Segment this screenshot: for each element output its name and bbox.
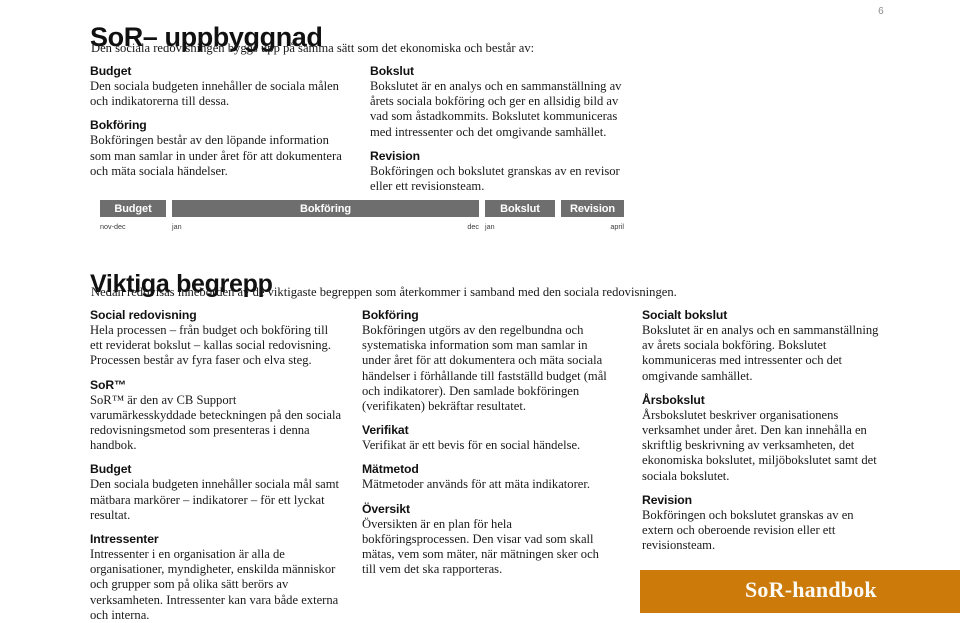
definition-term: Revision — [370, 148, 420, 163]
timeline-tick-label: dec — [467, 222, 479, 231]
definition-block: Bokföring Bokföringen utgörs av den regel… — [362, 308, 614, 414]
definition-term: Verifikat — [362, 423, 409, 438]
concepts-column-3: Socialt bokslut Bokslutet är en analys oc… — [642, 308, 884, 553]
timeline-phase-label: Bokslut — [500, 202, 540, 215]
timeline-tick-label: jan — [172, 222, 182, 231]
definition-term: Översikt — [362, 501, 410, 516]
definition-term: Bokföring — [90, 118, 147, 133]
definition-term: Bokslut — [370, 64, 414, 78]
timeline-phase-label: Revision — [569, 202, 616, 215]
timeline-phase-bar: Budget — [100, 200, 166, 217]
definition-block: Budget Den sociala budgeten innehåller d… — [90, 64, 352, 109]
definition-text: Bokslutet är en analys och en sammanstäl… — [370, 79, 622, 139]
definition-block: Budget Den sociala budgeten innehåller so… — [90, 462, 342, 523]
definition-text: Intressenter i en organisation är alla d… — [90, 547, 339, 622]
definition-term: SoR™ — [90, 377, 127, 392]
timeline-tick-label: april — [610, 222, 624, 231]
definition-text: Den sociala budgeten innehåller sociala … — [90, 477, 339, 522]
definition-text: SoR™ är den av CB Support varumärkesskyd… — [90, 392, 342, 453]
definition-block: Bokslut Bokslutet är en analys och en sa… — [370, 64, 635, 140]
definition-term: Revision — [642, 492, 692, 507]
definition-term: Social redovisning — [90, 308, 197, 322]
definition-block: Revision Bokföringen och bokslutet gransk… — [642, 493, 884, 554]
definition-text: Årsbokslutet beskriver organisationens v… — [642, 407, 877, 483]
page-number: 6 — [878, 6, 884, 17]
definition-term: Bokföring — [362, 308, 419, 322]
definition-text: Bokföringen består av den löpande inform… — [90, 133, 342, 178]
section-subtitle: Nedan redovisas innebörden av de viktiga… — [91, 285, 677, 299]
timeline-phase-bar: Bokföring — [172, 200, 479, 217]
definition-block: Bokföring Bokföringen består av den löpa… — [90, 118, 352, 179]
footer-brand-label: SoR-handbok — [745, 577, 877, 602]
intro-column-left: Budget Den sociala budgeten innehåller d… — [90, 64, 352, 179]
definition-text: Hela processen – från budget och bokföri… — [90, 323, 331, 368]
definition-term: Budget — [90, 462, 132, 477]
definition-block: Socialt bokslut Bokslutet är en analys oc… — [642, 308, 884, 384]
definition-text: Bokslutet är en analys och en sammanstäl… — [642, 323, 879, 383]
definition-block: Årsbokslut Årsbokslutet beskriver organis… — [642, 393, 884, 484]
timeline-phase-label: Bokföring — [299, 202, 352, 215]
definition-block: Översikt Översikten är en plan för hela b… — [362, 502, 614, 578]
definition-block: Intressenter Intressenter i en organisati… — [90, 532, 342, 623]
timeline-phase-label: Budget — [114, 202, 152, 215]
definition-term: Socialt bokslut — [642, 308, 728, 322]
definition-text: Den sociala budgeten innehåller de socia… — [90, 79, 339, 109]
timeline-phase-bar: Bokslut — [485, 200, 555, 217]
definition-text: Bokföringen utgörs av den regelbundna oc… — [362, 323, 607, 414]
document-page: 6 SoR– uppbyggnad Den sociala redovisnin… — [0, 0, 960, 622]
definition-text: Mätmetoder används för att mäta indikato… — [362, 477, 591, 492]
timeline-tick-label: nov-dec — [100, 222, 126, 231]
definition-term: Årsbokslut — [642, 392, 705, 407]
intro-paragraph: Den sociala redovisningen byggs upp på s… — [91, 41, 535, 55]
definition-block: SoR™ SoR™ är den av CB Support varumärkes… — [90, 378, 342, 454]
definition-block: Social redovisning Hela processen – från … — [90, 308, 342, 369]
concepts-column-2: Bokföring Bokföringen utgörs av den regel… — [362, 308, 614, 577]
definition-term: Mätmetod — [362, 462, 419, 477]
intro-column-right: Bokslut Bokslutet är en analys och en sa… — [370, 64, 635, 194]
concepts-column-1: Social redovisning Hela processen – från … — [90, 308, 342, 623]
concepts-columns: Social redovisning Hela processen – från … — [90, 308, 880, 622]
definition-text: Bokföringen och bokslutet granskas av en… — [642, 507, 854, 553]
definition-block: Mätmetod Mätmetoder används för att mäta … — [362, 462, 614, 492]
timeline-phase-bar: Revision — [561, 200, 624, 217]
definition-term: Budget — [90, 64, 132, 78]
definition-block: Verifikat Verifikat är ett bevis för en s… — [362, 423, 614, 453]
definition-text: Verifikat är ett bevis för en social hän… — [362, 438, 581, 453]
process-timeline: Budget Bokföring Bokslut Revision nov-dec jan… — [100, 200, 624, 236]
definition-block: Revision Bokföringen och bokslutet grans… — [370, 149, 635, 194]
timeline-tick-label: jan — [485, 222, 495, 231]
definition-text: Bokföringen och bokslutet granskas av en… — [370, 163, 620, 194]
definition-text: Översikten är en plan för hela bokföring… — [362, 516, 599, 577]
definition-term: Intressenter — [90, 532, 159, 547]
